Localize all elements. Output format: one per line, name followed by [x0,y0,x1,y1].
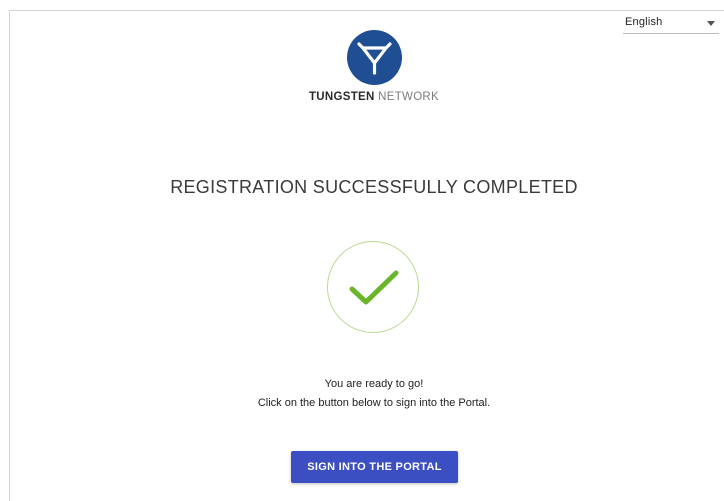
tungsten-logo-glyph [357,42,392,75]
success-message-line-1: You are ready to go! [324,378,424,390]
brand-name-light: NETWORK [374,91,440,103]
sign-into-portal-button[interactable]: SIGN INTO THE PORTAL [291,451,458,483]
tungsten-logo-icon [347,30,402,85]
success-message-line-2: Click on the button below to sign into t… [257,397,491,409]
brand-name: TUNGSTEN NETWORK [0,91,724,103]
checkmark-icon [349,270,399,305]
page-title: REGISTRATION SUCCESSFULLY COMPLETED [170,177,578,197]
language-dropdown[interactable]: English [623,14,719,34]
chevron-down-icon[interactable] [707,21,715,26]
language-selected-value: English [625,16,663,28]
brand-name-bold: TUNGSTEN [308,91,375,103]
success-badge [327,241,419,333]
